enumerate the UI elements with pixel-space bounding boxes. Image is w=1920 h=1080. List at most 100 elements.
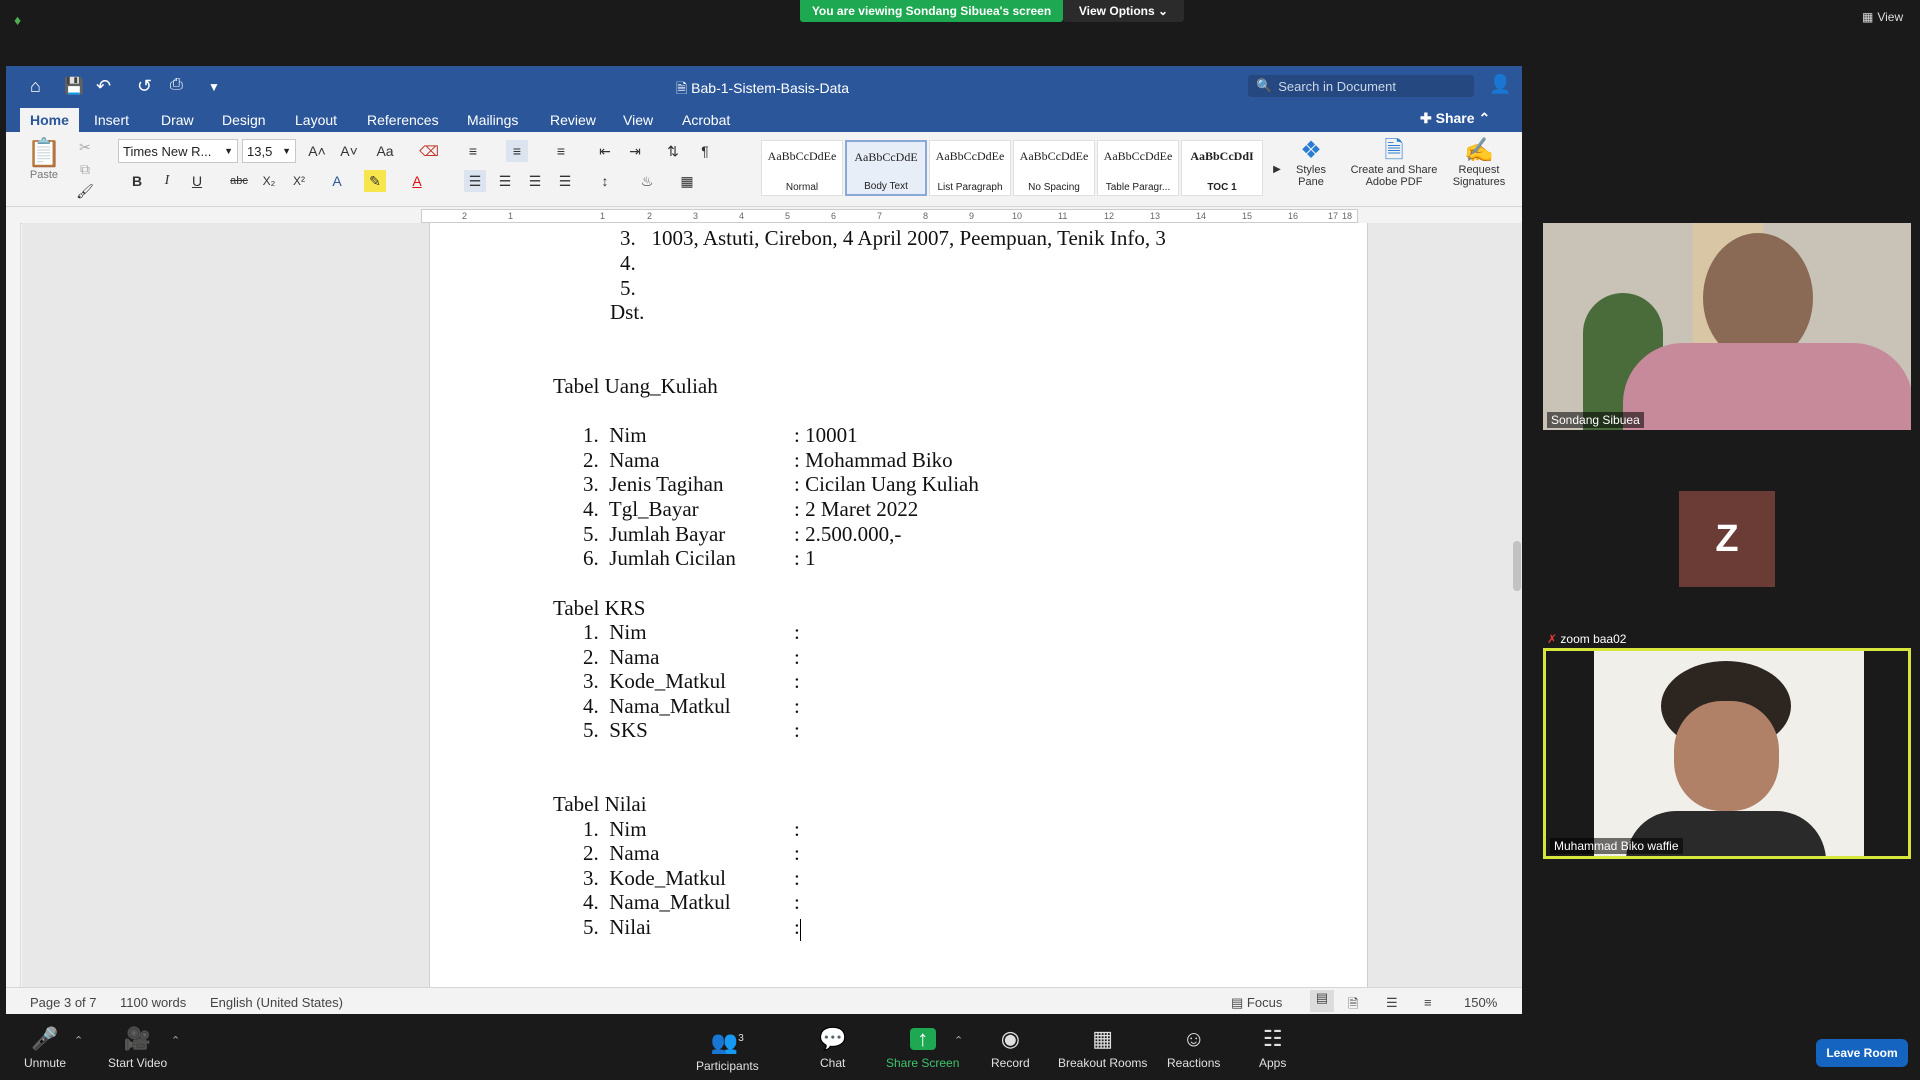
- document-page[interactable]: 3. 1003, Astuti, Cirebon, 4 April 2007, …: [429, 223, 1368, 987]
- view-button[interactable]: ▦ View: [1862, 10, 1903, 24]
- tab-design[interactable]: Design: [212, 108, 276, 132]
- align-left-icon[interactable]: ☰: [464, 170, 486, 192]
- video-tile-zoom-baa02[interactable]: Z ✗ zoom baa02: [1543, 441, 1911, 648]
- superscript-icon[interactable]: X²: [288, 170, 310, 192]
- share-screen-button[interactable]: ↑ Share Screen: [886, 1028, 959, 1071]
- style-body-text[interactable]: AaBbCcDdE Body Text: [845, 140, 927, 196]
- tab-insert[interactable]: Insert: [84, 108, 139, 132]
- underline-icon[interactable]: U: [186, 170, 208, 192]
- request-signatures-button[interactable]: ✍ Request Signatures: [1446, 138, 1512, 189]
- borders-icon[interactable]: ▦: [676, 170, 698, 192]
- search-document-input[interactable]: 🔍 Search in Document: [1248, 75, 1474, 97]
- format-painter-icon[interactable]: 🖌: [74, 180, 96, 202]
- language-status[interactable]: English (United States): [210, 995, 343, 1010]
- vertical-scrollbar[interactable]: [1513, 541, 1521, 591]
- tab-home[interactable]: Home: [20, 108, 79, 132]
- tab-view[interactable]: View: [613, 108, 663, 132]
- outline-view-icon[interactable]: ☰: [1386, 995, 1398, 1011]
- tab-layout[interactable]: Layout: [285, 108, 347, 132]
- word-count[interactable]: 1100 words: [120, 995, 186, 1010]
- highlight-icon[interactable]: ✎: [364, 170, 386, 192]
- share-button[interactable]: ✚ Share ⌃: [1420, 110, 1490, 127]
- create-share-pdf-button[interactable]: 🗎 Create and Share Adobe PDF: [1344, 138, 1444, 189]
- breakout-rooms-button[interactable]: ▦ Breakout Rooms: [1058, 1028, 1147, 1071]
- styles-pane-button[interactable]: ❖ Styles Pane: [1286, 138, 1336, 189]
- tab-acrobat[interactable]: Acrobat: [672, 108, 740, 132]
- tab-mailings[interactable]: Mailings: [457, 108, 528, 132]
- zoom-level[interactable]: 150%: [1464, 995, 1497, 1010]
- styles-gallery-more-icon[interactable]: ▶: [1266, 158, 1288, 180]
- decrease-indent-icon[interactable]: ⇤: [594, 140, 616, 162]
- increase-indent-icon[interactable]: ⇥: [624, 140, 646, 162]
- style-table-paragraph[interactable]: AaBbCcDdEe Table Paragr...: [1097, 140, 1179, 196]
- security-shield-icon[interactable]: ♦: [14, 12, 28, 28]
- paragraph-marks-icon[interactable]: ¶: [694, 140, 716, 162]
- horizontal-ruler[interactable]: 2 1 1 2 3 4 5 6 7 8 9 10 11 12 13 14 15 …: [6, 207, 1522, 224]
- font-color-icon[interactable]: A: [406, 170, 428, 192]
- redo-icon[interactable]: ↺: [137, 76, 152, 97]
- grow-font-icon[interactable]: A˄: [306, 140, 328, 162]
- shrink-font-icon[interactable]: A˅: [338, 140, 360, 162]
- subscript-icon[interactable]: X₂: [258, 170, 280, 192]
- clear-formatting-icon[interactable]: ⌫: [418, 140, 440, 162]
- customize-toolbar-icon[interactable]: ▼: [208, 80, 220, 94]
- italic-icon[interactable]: I: [156, 170, 178, 192]
- undo-icon[interactable]: ↶: [96, 76, 111, 97]
- share-options-chevron-icon[interactable]: ⌃: [954, 1034, 963, 1047]
- font-name-select[interactable]: Times New R... ▼: [118, 139, 238, 163]
- tab-review[interactable]: Review: [540, 108, 606, 132]
- align-center-icon[interactable]: ☰: [494, 170, 516, 192]
- style-list-paragraph[interactable]: AaBbCcDdEe List Paragraph: [929, 140, 1011, 196]
- sort-icon[interactable]: ⇅: [662, 140, 684, 162]
- apps-button[interactable]: ☷ Apps: [1259, 1028, 1286, 1071]
- print-icon[interactable]: ⎙: [170, 76, 183, 94]
- bullets-icon[interactable]: ≡: [462, 140, 484, 162]
- ruler-number: 13: [1150, 211, 1161, 221]
- bold-icon[interactable]: B: [126, 170, 148, 192]
- style-toc-1[interactable]: AaBbCcDdI TOC 1: [1181, 140, 1263, 196]
- draft-view-icon[interactable]: ≡: [1424, 995, 1432, 1010]
- shading-icon[interactable]: ♨: [636, 170, 658, 192]
- ruler-number: 16: [1288, 211, 1299, 221]
- tab-draw[interactable]: Draw: [151, 108, 204, 132]
- start-video-button[interactable]: 🎥 Start Video: [108, 1028, 167, 1071]
- change-case-icon[interactable]: Aa: [374, 140, 396, 162]
- doc-field: 2. Nama: [583, 645, 660, 669]
- chat-label: Chat: [820, 1056, 846, 1070]
- grid-icon: ▦: [1862, 10, 1874, 24]
- unmute-button[interactable]: 🎤 Unmute: [24, 1028, 66, 1071]
- video-tile-sondang[interactable]: Sondang Sibuea: [1543, 223, 1911, 430]
- multilevel-list-icon[interactable]: ≡: [550, 140, 572, 162]
- participants-button[interactable]: 👥3 Participants: [696, 1028, 759, 1074]
- page-count[interactable]: Page 3 of 7: [30, 995, 97, 1010]
- leave-room-button[interactable]: Leave Room: [1816, 1039, 1908, 1067]
- paste-button[interactable]: 📋 Paste: [20, 136, 68, 181]
- reactions-button[interactable]: ☺ Reactions: [1167, 1026, 1220, 1071]
- font-size-select[interactable]: 13,5 ▼: [242, 139, 296, 163]
- strikethrough-icon[interactable]: abc: [228, 170, 250, 192]
- audio-options-chevron-icon[interactable]: ⌃: [74, 1034, 83, 1047]
- align-right-icon[interactable]: ☰: [524, 170, 546, 192]
- line-spacing-icon[interactable]: ↕: [594, 170, 616, 192]
- record-button[interactable]: ◉ Record: [991, 1028, 1030, 1071]
- video-options-chevron-icon[interactable]: ⌃: [171, 1034, 180, 1047]
- vertical-ruler[interactable]: [6, 223, 21, 987]
- print-layout-icon[interactable]: ▤: [1310, 990, 1334, 1012]
- reactions-icon: ☺: [1182, 1026, 1205, 1051]
- chat-button[interactable]: 💬 Chat: [819, 1028, 846, 1071]
- account-icon[interactable]: 👤: [1489, 74, 1511, 95]
- ruler-number: 14: [1196, 211, 1207, 221]
- save-icon[interactable]: 💾: [64, 76, 84, 96]
- focus-button[interactable]: ▤ Focus: [1231, 995, 1282, 1011]
- copy-icon[interactable]: ⧉: [74, 158, 96, 180]
- style-no-spacing[interactable]: AaBbCcDdEe No Spacing: [1013, 140, 1095, 196]
- view-options-button[interactable]: View Options ⌄: [1063, 0, 1184, 22]
- video-tile-muhammad-biko[interactable]: Muhammad Biko waffie: [1543, 648, 1911, 859]
- style-normal[interactable]: AaBbCcDdEe Normal: [761, 140, 843, 196]
- text-effects-icon[interactable]: A: [326, 170, 348, 192]
- cut-icon[interactable]: ✂: [74, 136, 96, 158]
- tab-references[interactable]: References: [357, 108, 449, 132]
- numbering-icon[interactable]: ≡: [506, 140, 528, 162]
- justify-icon[interactable]: ☰: [554, 170, 576, 192]
- home-icon[interactable]: ⌂: [30, 76, 41, 97]
